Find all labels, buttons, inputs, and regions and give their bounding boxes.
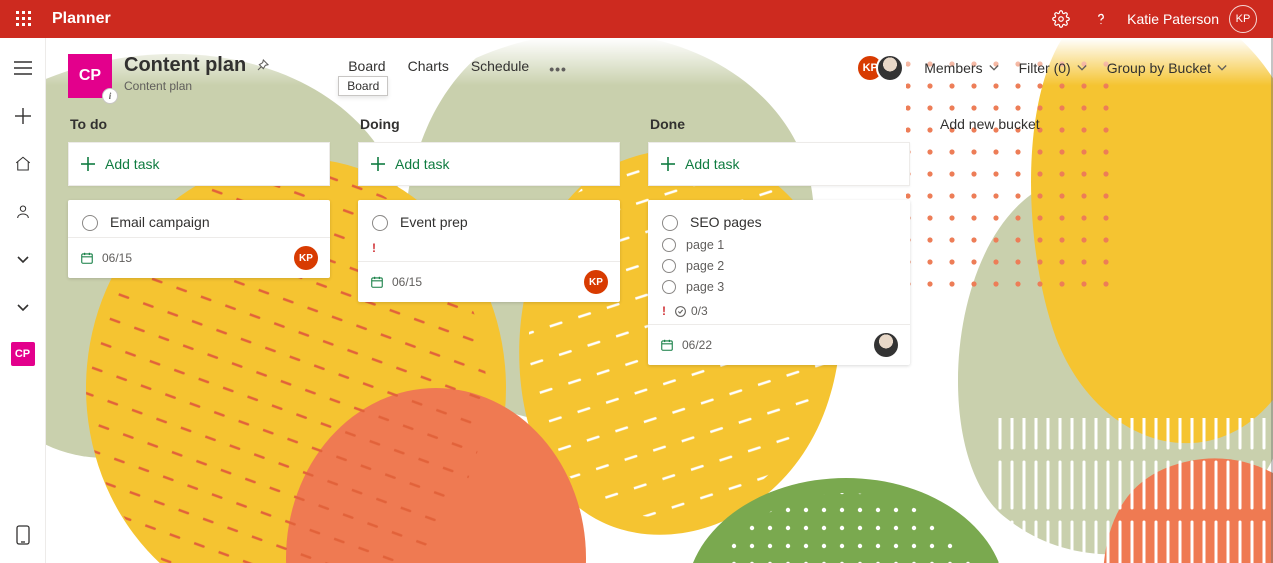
priority-flag: ! 0/3 — [662, 304, 896, 318]
plan-subtitle: Content plan — [124, 79, 270, 93]
board: To do Add task Email campaign — [46, 102, 1273, 563]
filter-dropdown[interactable]: Filter (0) — [1019, 60, 1087, 76]
view-bar: Board Charts Schedule ••• Board — [346, 54, 567, 80]
bucket-done: Done Add task SEO pages page 1 page 2 — [648, 110, 910, 365]
app-bar: Planner Katie Paterson KP — [0, 0, 1273, 38]
chevron-down-icon — [1077, 63, 1087, 73]
add-task-label: Add task — [395, 156, 449, 172]
add-task-button[interactable]: Add task — [68, 142, 330, 186]
task-title: Event prep — [400, 214, 468, 230]
task-title: Email campaign — [110, 214, 210, 230]
plus-icon — [81, 157, 95, 171]
due-date: 06/15 — [102, 251, 132, 265]
groupby-dropdown[interactable]: Group by Bucket — [1107, 60, 1227, 76]
bucket-title[interactable]: To do — [70, 116, 328, 132]
plan-header: CP Content plan Content plan Board Chart… — [46, 38, 1273, 102]
expand-section-1-icon[interactable] — [0, 246, 46, 274]
checklist-toggle[interactable] — [662, 259, 676, 273]
avatar-member-2 — [876, 54, 904, 82]
task-footer: 06/15 KP — [358, 261, 620, 302]
checklist: page 1 page 2 page 3 — [662, 237, 896, 294]
groupby-label: Group by Bucket — [1107, 60, 1211, 76]
task-card[interactable]: SEO pages page 1 page 2 page 3 ! 0/3 — [648, 200, 910, 365]
left-rail: CP — [0, 38, 46, 563]
my-tasks-icon[interactable] — [0, 198, 46, 226]
due-date: 06/15 — [392, 275, 422, 289]
bucket-doing: Doing Add task Event prep ! — [358, 110, 620, 302]
assignee-avatar[interactable]: KP — [294, 246, 318, 270]
complete-toggle[interactable] — [82, 215, 98, 231]
filter-label: Filter (0) — [1019, 60, 1071, 76]
more-views-icon[interactable]: ••• — [549, 61, 567, 77]
task-card[interactable]: Event prep ! 06/15 KP — [358, 200, 620, 302]
task-footer: 06/15 KP — [68, 237, 330, 278]
task-title: SEO pages — [690, 214, 762, 230]
add-bucket[interactable]: Add new bucket — [938, 110, 1200, 142]
tab-charts[interactable]: Charts — [406, 58, 451, 80]
main: CP Content plan Content plan Board Chart… — [46, 38, 1273, 563]
calendar-icon — [80, 251, 94, 265]
hub-icon[interactable] — [0, 150, 46, 178]
tab-schedule[interactable]: Schedule — [469, 58, 531, 80]
user-avatar: KP — [1229, 5, 1257, 33]
new-plan-icon[interactable] — [0, 102, 46, 130]
members-label: Members — [924, 60, 982, 76]
app-name[interactable]: Planner — [52, 10, 111, 28]
add-task-button[interactable]: Add task — [358, 142, 620, 186]
plus-icon — [661, 157, 675, 171]
settings-icon[interactable] — [1041, 0, 1081, 38]
calendar-icon — [370, 275, 384, 289]
plan-title: Content plan — [124, 54, 246, 77]
app-launcher-icon[interactable] — [0, 0, 48, 38]
complete-toggle[interactable] — [662, 215, 678, 231]
due-date: 06/22 — [682, 338, 712, 352]
calendar-icon — [660, 338, 674, 352]
menu-icon[interactable] — [0, 54, 46, 82]
plus-icon — [371, 157, 385, 171]
task-card[interactable]: Email campaign 06/15 KP — [68, 200, 330, 278]
priority-flag: ! — [372, 241, 606, 255]
bucket-title[interactable]: Doing — [360, 116, 618, 132]
add-task-label: Add task — [105, 156, 159, 172]
expand-section-2-icon[interactable] — [0, 294, 46, 322]
chevron-down-icon — [1217, 63, 1227, 73]
bucket-title[interactable]: Done — [650, 116, 908, 132]
help-icon[interactable] — [1081, 0, 1121, 38]
tab-tooltip: Board — [338, 76, 388, 96]
bucket-todo: To do Add task Email campaign — [68, 110, 330, 278]
plan-tile-nav[interactable]: CP — [11, 342, 35, 366]
checklist-progress: 0/3 — [674, 304, 708, 318]
user-menu[interactable]: Katie Paterson KP — [1121, 5, 1263, 33]
checklist-toggle[interactable] — [662, 280, 676, 294]
checklist-item[interactable]: page 1 — [662, 237, 896, 252]
complete-toggle[interactable] — [372, 215, 388, 231]
plan-tile[interactable]: CP — [68, 54, 112, 98]
checklist-toggle[interactable] — [662, 238, 676, 252]
user-name: Katie Paterson — [1127, 11, 1219, 27]
assignee-avatar[interactable] — [874, 333, 898, 357]
add-task-button[interactable]: Add task — [648, 142, 910, 186]
chevron-down-icon — [989, 63, 999, 73]
mobile-icon[interactable] — [0, 521, 46, 549]
checklist-item[interactable]: page 3 — [662, 279, 896, 294]
members-dropdown[interactable]: Members — [924, 60, 998, 76]
checklist-item[interactable]: page 2 — [662, 258, 896, 273]
add-task-label: Add task — [685, 156, 739, 172]
member-avatars[interactable]: KP — [856, 54, 904, 82]
add-bucket-label[interactable]: Add new bucket — [940, 116, 1198, 132]
pin-icon[interactable] — [254, 58, 270, 74]
assignee-avatar[interactable]: KP — [584, 270, 608, 294]
task-footer: 06/22 — [648, 324, 910, 365]
